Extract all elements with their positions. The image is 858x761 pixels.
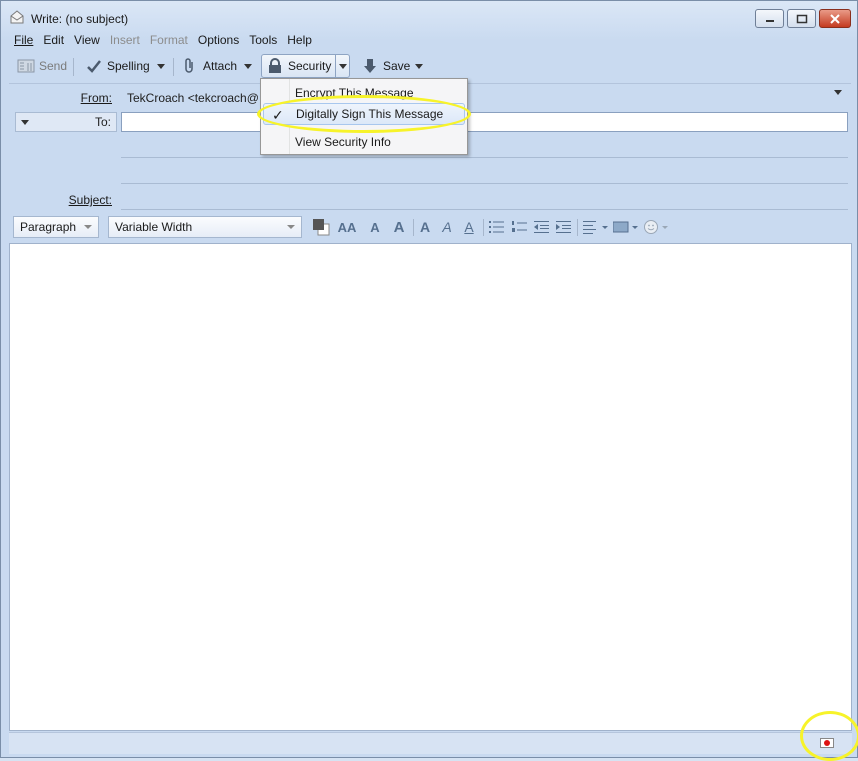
- chevron-down-icon: [339, 63, 347, 69]
- attach-dropdown[interactable]: [241, 56, 255, 76]
- menu-format: Format: [145, 31, 193, 51]
- indent-icon[interactable]: [555, 217, 573, 237]
- italic-icon[interactable]: A: [439, 217, 455, 237]
- numbered-list-icon[interactable]: [511, 217, 529, 237]
- checkmark-icon: ✓: [272, 107, 284, 123]
- attach-label: Attach: [203, 59, 238, 73]
- menu-view[interactable]: View: [69, 31, 105, 51]
- compose-app-icon: [9, 10, 25, 24]
- attach-button[interactable]: Attach: [181, 54, 237, 78]
- menu-item-view-security-info[interactable]: View Security Info: [263, 131, 465, 153]
- decrease-font-size-icon[interactable]: A: [365, 217, 385, 237]
- increase-font-size-icon[interactable]: A: [389, 217, 409, 237]
- save-label: Save: [383, 59, 411, 73]
- paragraph-format-value: Paragraph: [20, 220, 77, 234]
- compose-window: Write: (no subject) File Edit View Inser…: [0, 0, 858, 761]
- from-dropdown-arrow[interactable]: [834, 90, 842, 109]
- underline-icon[interactable]: A: [461, 217, 477, 237]
- send-button[interactable]: Send: [17, 54, 67, 78]
- address-row-line[interactable]: [121, 183, 848, 184]
- bold-icon[interactable]: A: [417, 217, 433, 237]
- menu-options-label: Options: [197, 33, 240, 47]
- menu-insert: Insert: [105, 31, 145, 51]
- checkmark-icon: [85, 57, 103, 75]
- format-separator: [413, 219, 414, 236]
- from-label-text: From:: [80, 91, 112, 105]
- chevron-down-icon: [834, 90, 842, 109]
- from-label: From:: [49, 91, 112, 105]
- smiley-icon[interactable]: [642, 217, 670, 237]
- subject-label: Subject:: [29, 193, 112, 207]
- security-menu: Encrypt This Message ✓ Digitally Sign Th…: [260, 78, 468, 155]
- maximize-button[interactable]: [787, 9, 816, 28]
- font-value: Variable Width: [115, 220, 193, 234]
- menu-insert-label: Insert: [109, 33, 140, 47]
- toolbar-separator: [73, 58, 74, 76]
- spelling-label: Spelling: [107, 59, 150, 73]
- format-separator: [577, 219, 578, 236]
- menu-format-label: Format: [149, 33, 188, 47]
- close-button[interactable]: [819, 9, 851, 28]
- chevron-down-icon: [287, 225, 295, 229]
- chevron-down-icon: [157, 63, 165, 69]
- font-select[interactable]: Variable Width: [108, 216, 302, 238]
- font-size-icon[interactable]: AA: [335, 217, 359, 237]
- menu-file-label: File: [14, 33, 34, 47]
- menu-tools[interactable]: Tools: [244, 31, 282, 51]
- align-icon[interactable]: [582, 217, 610, 237]
- toolbar-separator: [173, 58, 174, 76]
- spelling-dropdown[interactable]: [154, 56, 168, 76]
- format-toolbar: Paragraph Variable Width AA A A A A A: [9, 214, 851, 241]
- paperclip-icon: [181, 57, 199, 75]
- from-select[interactable]: TekCroach <tekcroach@: [127, 91, 259, 105]
- menu-item-encrypt[interactable]: Encrypt This Message: [263, 82, 465, 104]
- chevron-down-icon: [21, 120, 29, 125]
- recipient-type-select[interactable]: To:: [15, 112, 117, 132]
- bullet-list-icon[interactable]: [488, 217, 506, 237]
- security-label: Security: [288, 59, 332, 73]
- menu-options[interactable]: Options: [193, 31, 244, 51]
- insert-image-icon[interactable]: [612, 217, 640, 237]
- digitally-sign-label: Digitally Sign This Message: [296, 107, 444, 121]
- view-security-info-label: View Security Info: [295, 135, 391, 149]
- menu-help-label: Help: [287, 33, 312, 47]
- spelling-button[interactable]: Spelling: [85, 54, 150, 78]
- to-label: To:: [94, 115, 111, 129]
- save-dropdown[interactable]: [412, 56, 426, 76]
- subject-input[interactable]: [121, 209, 848, 210]
- format-separator: [483, 219, 484, 236]
- send-label: Send: [39, 59, 68, 73]
- chevron-down-icon: [84, 225, 92, 229]
- send-icon: [17, 57, 35, 75]
- lock-icon: [266, 57, 284, 75]
- menu-help[interactable]: Help: [282, 31, 317, 51]
- subject-label-text: Subject:: [68, 193, 112, 207]
- title-bar: Write: (no subject): [1, 1, 857, 31]
- menu-view-label: View: [74, 33, 100, 47]
- paragraph-format-select[interactable]: Paragraph: [13, 216, 99, 238]
- minimize-button[interactable]: [755, 9, 784, 28]
- status-bar: [9, 732, 852, 754]
- outdent-icon[interactable]: [533, 217, 551, 237]
- text-color-button[interactable]: [311, 217, 331, 237]
- save-button[interactable]: Save: [361, 54, 410, 78]
- message-body-editor[interactable]: [9, 243, 852, 731]
- security-status-icon[interactable]: [820, 738, 834, 748]
- chevron-down-icon: [244, 63, 252, 69]
- menu-edit-label: Edit: [43, 33, 65, 47]
- menu-item-digitally-sign[interactable]: ✓ Digitally Sign This Message: [263, 103, 465, 125]
- menu-file[interactable]: File: [9, 31, 38, 51]
- chevron-down-icon: [415, 63, 423, 69]
- menu-tools-label: Tools: [249, 33, 278, 47]
- menu-edit[interactable]: Edit: [38, 31, 69, 51]
- window-title: Write: (no subject): [31, 12, 129, 26]
- compose-toolbar: Send Spelling Attach Security Save: [9, 52, 851, 80]
- to-input[interactable]: [121, 112, 848, 132]
- security-button[interactable]: Security: [266, 54, 331, 78]
- security-dropdown-arrow[interactable]: [336, 56, 350, 76]
- download-arrow-icon: [361, 57, 379, 75]
- address-row-line[interactable]: [121, 157, 848, 158]
- menu-bar: File Edit View Insert Format Options Too…: [9, 31, 851, 51]
- encrypt-label: Encrypt This Message: [295, 86, 414, 100]
